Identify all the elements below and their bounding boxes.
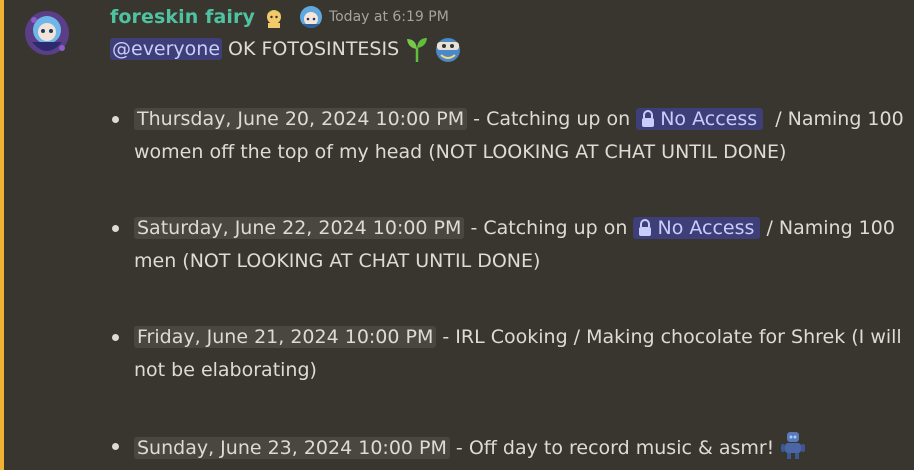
message-container: foreskin fairy Today at 6:19 PM @everyon… (0, 0, 914, 470)
lock-icon (642, 110, 655, 127)
lock-icon (639, 219, 652, 236)
item-text: - Catching up on (467, 108, 637, 130)
list-item: Friday, June 21, 2024 10:00 PM - IRL Coo… (112, 321, 909, 387)
custom-emoji-icon (436, 38, 461, 62)
list-item: Sunday, June 23, 2024 10:00 PM - Off day… (112, 430, 909, 465)
robot-icon (781, 432, 806, 459)
timestamp-chip[interactable]: Friday, June 21, 2024 10:00 PM (134, 326, 437, 348)
timestamp-chip[interactable]: Saturday, June 22, 2024 10:00 PM (134, 217, 465, 239)
seedling-icon (407, 38, 428, 62)
channel-mention[interactable]: No Access (633, 217, 761, 239)
timestamp-chip[interactable]: Thursday, June 20, 2024 10:00 PM (134, 108, 468, 130)
bullet (112, 334, 119, 341)
bullet (112, 225, 119, 232)
channel-mention[interactable]: No Access (636, 108, 764, 130)
timestamp[interactable]: Today at 6:19 PM (329, 9, 449, 25)
timestamp-chip[interactable]: Sunday, June 23, 2024 10:00 PM (134, 437, 450, 459)
bullet (112, 443, 119, 450)
item-text: - Catching up on (464, 217, 634, 239)
channel-name: No Access (660, 108, 758, 130)
channel-name: No Access (657, 217, 755, 239)
message-headline: @everyone OK FOTOSINTESIS (110, 34, 465, 64)
green-hair-emoji-icon (265, 10, 282, 28)
avatar[interactable] (24, 2, 70, 64)
list-item: Saturday, June 22, 2024 10:00 PM - Catch… (112, 212, 909, 278)
headline-text: OK FOTOSINTESIS (228, 38, 400, 60)
username[interactable]: foreskin fairy (110, 6, 255, 28)
message-header: foreskin fairy Today at 6:19 PM (110, 4, 449, 30)
list-item: Thursday, June 20, 2024 10:00 PM - Catch… (112, 103, 909, 169)
everyone-mention[interactable]: @everyone (110, 38, 223, 60)
bullet (112, 116, 119, 123)
item-text: - Off day to record music & asmr! (449, 437, 781, 459)
chibi-emoji-icon (299, 6, 322, 28)
